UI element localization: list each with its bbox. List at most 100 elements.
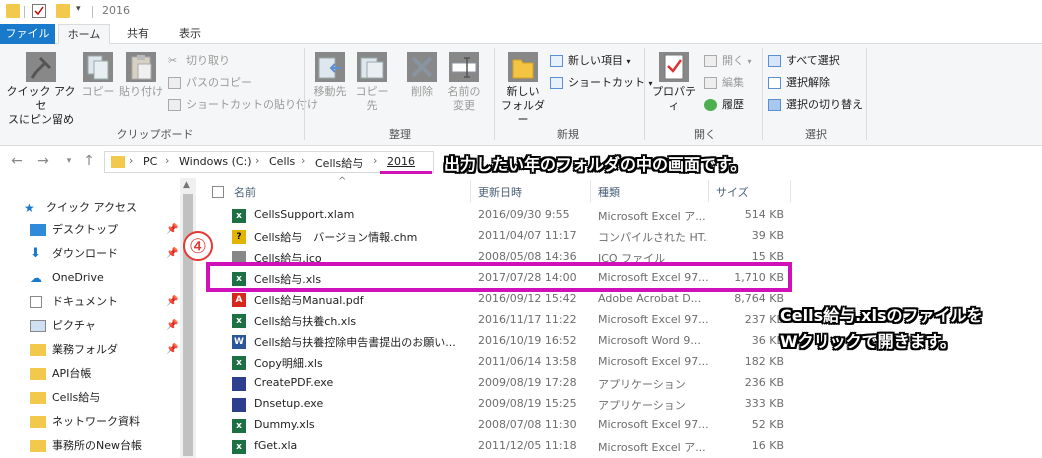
file-row[interactable]: ? Cells給与 バージョン情報.chm 2011/04/07 11:17 コンパイ… — [226, 226, 786, 247]
delete-icon — [407, 52, 437, 82]
file-type: Microsoft Excel ア... — [598, 210, 706, 223]
customize-toolbar-icon[interactable]: ▾ — [76, 4, 90, 18]
file-row[interactable]: x Copy明細.xls 2011/06/14 13:58 Microsoft Exc… — [226, 352, 786, 373]
move-to-button[interactable]: 移動先 — [310, 52, 350, 99]
tab-home[interactable]: ホーム — [58, 24, 110, 45]
breadcrumb-cells-kyuyo[interactable]: Cells給与 — [315, 155, 363, 171]
rename-label: 名前の — [447, 85, 481, 98]
folder-icon — [30, 392, 46, 404]
chevron-right-icon[interactable]: › — [129, 154, 133, 167]
ribbon-tabs: ファイル ホーム 共有 表示 — [0, 24, 1042, 45]
file-type: Adobe Acrobat D... — [598, 292, 702, 305]
new-folder-label: 新しい — [506, 85, 540, 98]
new-item-icon — [550, 55, 563, 67]
divider — [24, 6, 25, 18]
file-type: Microsoft Excel 97... — [598, 313, 708, 326]
column-header-date[interactable]: 更新日時 — [478, 184, 522, 200]
address-bar[interactable]: › PC › Windows (C:) › Cells › Cells給与 › … — [104, 151, 434, 173]
pin-label: クイック アクセ — [6, 85, 76, 112]
column-header-name[interactable]: 名前 — [234, 184, 256, 200]
paste-button[interactable]: 貼り付け — [118, 52, 164, 99]
file-name: CellsSupport.xlam — [254, 208, 355, 221]
file-row[interactable]: x Cells給与扶養ch.xls 2016/11/17 11:22 Microsof… — [226, 310, 786, 331]
file-date: 2016/10/19 16:52 — [478, 334, 577, 347]
edit-icon — [704, 77, 717, 89]
tab-share[interactable]: 共有 — [116, 24, 160, 44]
file-size: 16 KB — [751, 439, 784, 452]
tab-view[interactable]: 表示 — [166, 24, 214, 44]
breadcrumb-2016[interactable]: 2016 — [387, 155, 415, 168]
chevron-down-icon: ▾ — [747, 57, 752, 66]
new-folder-button[interactable]: 新しい フォルダー — [498, 52, 548, 127]
move-to-icon — [315, 52, 345, 82]
file-row[interactable]: Dnsetup.exe 2009/08/19 15:25 アプリケーション 333 K… — [226, 394, 786, 415]
breadcrumb-cells[interactable]: Cells — [269, 155, 295, 168]
copy-path-icon — [168, 77, 181, 89]
up-arrow-icon[interactable]: ↑ — [80, 152, 98, 170]
open-button[interactable]: 開く ▾ — [702, 52, 752, 70]
back-arrow-icon[interactable]: ← — [8, 152, 26, 170]
chevron-right-icon[interactable]: › — [373, 154, 377, 167]
breadcrumb-pc[interactable]: PC — [143, 155, 157, 168]
file-row[interactable]: x Dummy.xls 2008/07/08 11:30 Microsoft Exce… — [226, 415, 786, 436]
title-bar: ▾ 2016 — [0, 0, 1042, 24]
file-type: Microsoft Excel 97... — [598, 355, 708, 368]
divider — [708, 180, 709, 202]
rename-button[interactable]: 名前の 変更 — [444, 52, 484, 113]
tab-file[interactable]: ファイル — [0, 24, 55, 44]
cut-button[interactable]: ✂ 切り取り — [166, 52, 230, 70]
breadcrumb-drive[interactable]: Windows (C:) — [179, 155, 252, 168]
annotation-side-line2: Wクリックで開きます。 — [780, 332, 957, 351]
recent-locations-icon[interactable]: ▾ — [60, 152, 78, 170]
paste-shortcut-icon — [168, 99, 181, 111]
invert-selection-button[interactable]: 選択の切り替え — [766, 96, 863, 114]
history-button[interactable]: 履歴 — [702, 96, 744, 114]
file-name: CreatePDF.exe — [254, 376, 334, 389]
file-name: Cells給与 バージョン情報.chm — [254, 231, 418, 244]
scroll-up-icon[interactable]: ▲ — [183, 180, 190, 190]
file-row[interactable]: CreatePDF.exe 2009/08/19 17:28 アプリケーション 236… — [226, 373, 786, 394]
file-row[interactable]: W Cells給与扶養控除申告書提出のお願い... 2016/10/19 16:52… — [226, 331, 786, 352]
chevron-right-icon[interactable]: › — [165, 154, 169, 167]
copy-label: コピー — [81, 85, 115, 98]
select-all-checkbox[interactable] — [212, 186, 224, 198]
copy-path-button[interactable]: パスのコピー — [166, 74, 252, 92]
copy-button[interactable]: コピー — [80, 52, 116, 99]
paste-shortcut-button[interactable]: ショートカットの貼り付け — [166, 96, 318, 114]
forward-arrow-icon[interactable]: → — [34, 152, 52, 170]
folder-icon — [111, 156, 125, 168]
new-folder-icon[interactable] — [56, 4, 70, 18]
new-folder-icon — [508, 52, 538, 82]
select-none-button[interactable]: 選択解除 — [766, 74, 830, 92]
pin-label: スにピン留め — [8, 113, 74, 126]
properties-icon[interactable] — [32, 4, 46, 18]
file-size: 36 KB — [751, 334, 784, 347]
delete-button[interactable]: 削除 — [404, 52, 440, 99]
file-row[interactable]: x CellsSupport.xlam 2016/09/30 9:55 Microso… — [226, 205, 786, 226]
column-header-size[interactable]: サイズ — [716, 184, 749, 200]
xls-file-icon: x — [232, 209, 246, 223]
new-item-button[interactable]: 新しい項目 ▾ — [548, 52, 631, 70]
copy-to-button[interactable]: コピー先 — [352, 52, 392, 113]
file-name: Dummy.xls — [254, 418, 315, 431]
file-row[interactable]: A Cells給与Manual.pdf 2016/09/12 15:42 Adobe … — [226, 289, 786, 310]
chevron-right-icon[interactable]: › — [301, 154, 305, 167]
file-date: 2009/08/19 17:28 — [478, 376, 577, 389]
edit-button[interactable]: 編集 — [702, 74, 744, 92]
column-header-type[interactable]: 種類 — [598, 184, 620, 200]
divider — [590, 180, 591, 202]
select-all-button[interactable]: すべて選択 — [766, 52, 840, 70]
properties-button[interactable]: プロパティ — [648, 52, 700, 113]
folder-icon — [30, 440, 46, 452]
nav-scrollbar[interactable]: ▲ — [180, 178, 196, 458]
file-size: 514 KB — [744, 208, 784, 221]
pin-quick-access-button[interactable]: クイック アクセ スにピン留め — [6, 52, 76, 127]
chevron-right-icon[interactable]: › — [255, 154, 259, 167]
file-row[interactable]: x fGet.xla 2011/12/05 11:18 Microsoft Excel… — [226, 436, 786, 457]
properties-label: プロパティ — [652, 85, 696, 112]
file-type: アプリケーション — [598, 399, 686, 412]
scissors-icon: ✂ — [168, 54, 178, 67]
shortcut-button[interactable]: ショートカット ▾ — [548, 74, 653, 92]
file-date: 2009/08/19 15:25 — [478, 397, 577, 410]
exe-file-icon — [232, 398, 246, 412]
